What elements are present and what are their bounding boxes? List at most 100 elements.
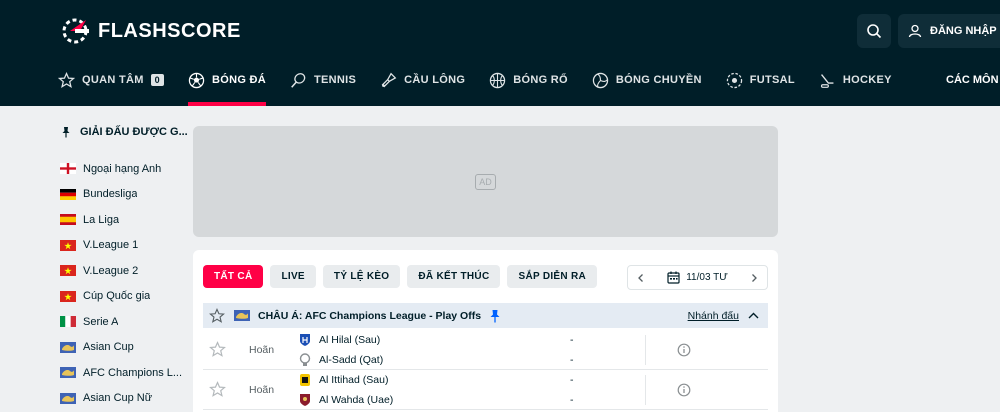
badminton-icon	[381, 72, 397, 87]
nav-item-soccer[interactable]: BÓNG ĐÁ	[187, 62, 267, 106]
nav-item-favorites[interactable]: QUAN TÂM 0	[58, 62, 164, 98]
nav-label: QUAN TÂM	[82, 74, 144, 86]
sidebar-item-national-cup[interactable]: Cúp Quốc gia	[60, 284, 190, 310]
sidebar-item-label: Asian Cup	[83, 341, 134, 354]
sidebar-item-vleague-1[interactable]: V.League 1	[60, 233, 190, 259]
divider	[645, 375, 646, 405]
team-name: Al Hilal (Sau)	[319, 334, 381, 346]
divider	[645, 335, 646, 365]
futsal-icon	[726, 72, 742, 88]
nav-label: BÓNG CHUYỀN	[615, 74, 702, 86]
nav-item-tennis[interactable]: TENNIS	[290, 62, 356, 98]
al-sadd-logo-icon	[299, 353, 311, 366]
soccer-ball-icon	[188, 72, 205, 88]
star-icon[interactable]	[209, 341, 226, 358]
sidebar-item-label: Ngoại hạng Anh	[83, 162, 162, 175]
bracket-link[interactable]: Nhánh đấu	[688, 310, 739, 322]
nav-item-badminton[interactable]: CẦU LÔNG	[380, 62, 465, 98]
chevron-right-icon[interactable]	[749, 273, 759, 283]
home-team: Al Ittihad (Sau)	[299, 373, 388, 387]
al-hilal-logo-icon	[300, 334, 310, 346]
match-row[interactable]: Hoãn Al Hilal (Sau) Al-Sadd (Qat) - -	[203, 330, 768, 370]
sidebar-item-serie-a[interactable]: Serie A	[60, 309, 190, 335]
sidebar-item-label: La Liga	[83, 213, 120, 226]
away-team: Al-Sadd (Qat)	[299, 353, 383, 367]
pin-icon	[62, 127, 70, 138]
sidebar-item-la-liga[interactable]: La Liga	[60, 207, 190, 233]
ad-badge: AD	[475, 173, 496, 190]
filter-tab-live[interactable]: LIVE	[270, 265, 316, 288]
league-name[interactable]: CHÂU Á: AFC Champions League - Play Offs	[258, 310, 481, 322]
home-score: -	[570, 374, 574, 386]
pinned-leagues-sidebar: GIẢI ĐẤU ĐƯỢC G... Ngoại hạng Anh Bundes…	[60, 120, 190, 411]
team-name: Al Wahda (Uae)	[319, 394, 394, 406]
sidebar-item-bundesliga[interactable]: Bundesliga	[60, 182, 190, 208]
logo-text: FLASHSCORE	[98, 19, 241, 42]
sidebar-item-afc-champions-league[interactable]: AFC Champions L...	[60, 360, 190, 386]
sidebar-item-label: V.League 2	[83, 264, 139, 277]
england-flag-icon	[60, 163, 76, 175]
sidebar-item-label: V.League 1	[83, 239, 139, 252]
star-icon[interactable]	[209, 381, 226, 398]
vietnam-flag-icon	[60, 239, 76, 251]
asia-flag-icon	[234, 310, 250, 321]
match-list-panel: TẤT CẢ LIVE TỶ LỆ KÈO ĐÃ KẾT THÚC SẮP DI…	[193, 250, 778, 412]
pin-icon[interactable]	[489, 309, 501, 323]
spain-flag-icon	[60, 214, 76, 226]
nav-item-volleyball[interactable]: BÓNG CHUYỀN	[592, 62, 702, 98]
sidebar-item-label: AFC Champions L...	[83, 366, 183, 379]
league-header: CHÂU Á: AFC Champions League - Play Offs…	[203, 303, 768, 328]
chevron-up-icon[interactable]	[747, 309, 760, 322]
filter-tab-odds[interactable]: TỶ LỆ KÈO	[322, 265, 401, 288]
nav-label: FUTSAL	[749, 74, 795, 86]
login-label: ĐĂNG NHẬP	[930, 25, 997, 37]
star-icon[interactable]	[209, 307, 225, 324]
nav-item-basketball[interactable]: BÓNG RỔ	[489, 62, 568, 98]
info-icon[interactable]	[677, 383, 691, 397]
asia-flag-icon	[60, 392, 76, 404]
sidebar-item-label: Cúp Quốc gia	[83, 290, 151, 303]
date-display[interactable]: 11/03 TƯ	[667, 271, 728, 284]
italy-flag-icon	[60, 316, 76, 328]
away-team: Al Wahda (Uae)	[299, 393, 393, 407]
nav-more-sports[interactable]: CÁC MÔN	[946, 62, 999, 98]
filter-tab-all[interactable]: TẤT CẢ	[203, 265, 264, 288]
info-icon[interactable]	[677, 343, 691, 357]
sidebar-title-label: GIẢI ĐẤU ĐƯỢC G...	[80, 126, 188, 138]
advertisement-banner[interactable]: AD	[193, 126, 778, 237]
vietnam-flag-icon	[60, 290, 76, 302]
sport-nav: QUAN TÂM 0 BÓNG ĐÁ TENNIS CẦU LÔNG BÓNG …	[58, 62, 916, 106]
filter-tab-scheduled[interactable]: SẮP DIỄN RA	[507, 265, 598, 288]
sidebar-item-vleague-2[interactable]: V.League 2	[60, 258, 190, 284]
match-status: Hoãn	[249, 344, 275, 356]
logo-icon	[62, 18, 89, 44]
sidebar-league-list: Ngoại hạng Anh Bundesliga La Liga V.Leag…	[60, 156, 190, 411]
filter-tab-finished[interactable]: ĐÃ KẾT THÚC	[407, 265, 501, 288]
team-name: Al Ittihad (Sau)	[319, 374, 389, 386]
germany-flag-icon	[60, 188, 76, 200]
nav-label: BÓNG ĐÁ	[211, 74, 267, 86]
home-team: Al Hilal (Sau)	[299, 333, 380, 347]
volleyball-icon	[592, 72, 609, 88]
nav-label: CẦU LÔNG	[404, 74, 466, 86]
search-button[interactable]	[857, 14, 891, 48]
league-actions: Nhánh đấu	[688, 303, 760, 328]
calendar-icon	[667, 271, 680, 284]
home-score: -	[570, 334, 574, 346]
chevron-left-icon[interactable]	[636, 273, 646, 283]
nav-item-hockey[interactable]: HOCKEY	[819, 62, 892, 98]
star-icon	[58, 71, 75, 88]
flashscore-logo[interactable]: FLASHSCORE	[60, 16, 241, 46]
sidebar-item-asian-cup-women[interactable]: Asian Cup Nữ	[60, 386, 190, 412]
nav-item-futsal[interactable]: FUTSAL	[726, 62, 795, 98]
asia-flag-icon	[60, 367, 76, 379]
sidebar-item-asian-cup[interactable]: Asian Cup	[60, 335, 190, 361]
sidebar-item-premier-league[interactable]: Ngoại hạng Anh	[60, 156, 190, 182]
asia-flag-icon	[60, 341, 76, 353]
nav-label: BÓNG RỔ	[513, 74, 568, 86]
basketball-icon	[490, 72, 506, 88]
match-row[interactable]: Hoãn Al Ittihad (Sau) Al Wahda (Uae) - -	[203, 370, 768, 410]
date-picker: 11/03 TƯ	[627, 265, 768, 290]
login-button[interactable]: ĐĂNG NHẬP	[898, 14, 1000, 48]
nav-label: HOCKEY	[842, 74, 892, 86]
